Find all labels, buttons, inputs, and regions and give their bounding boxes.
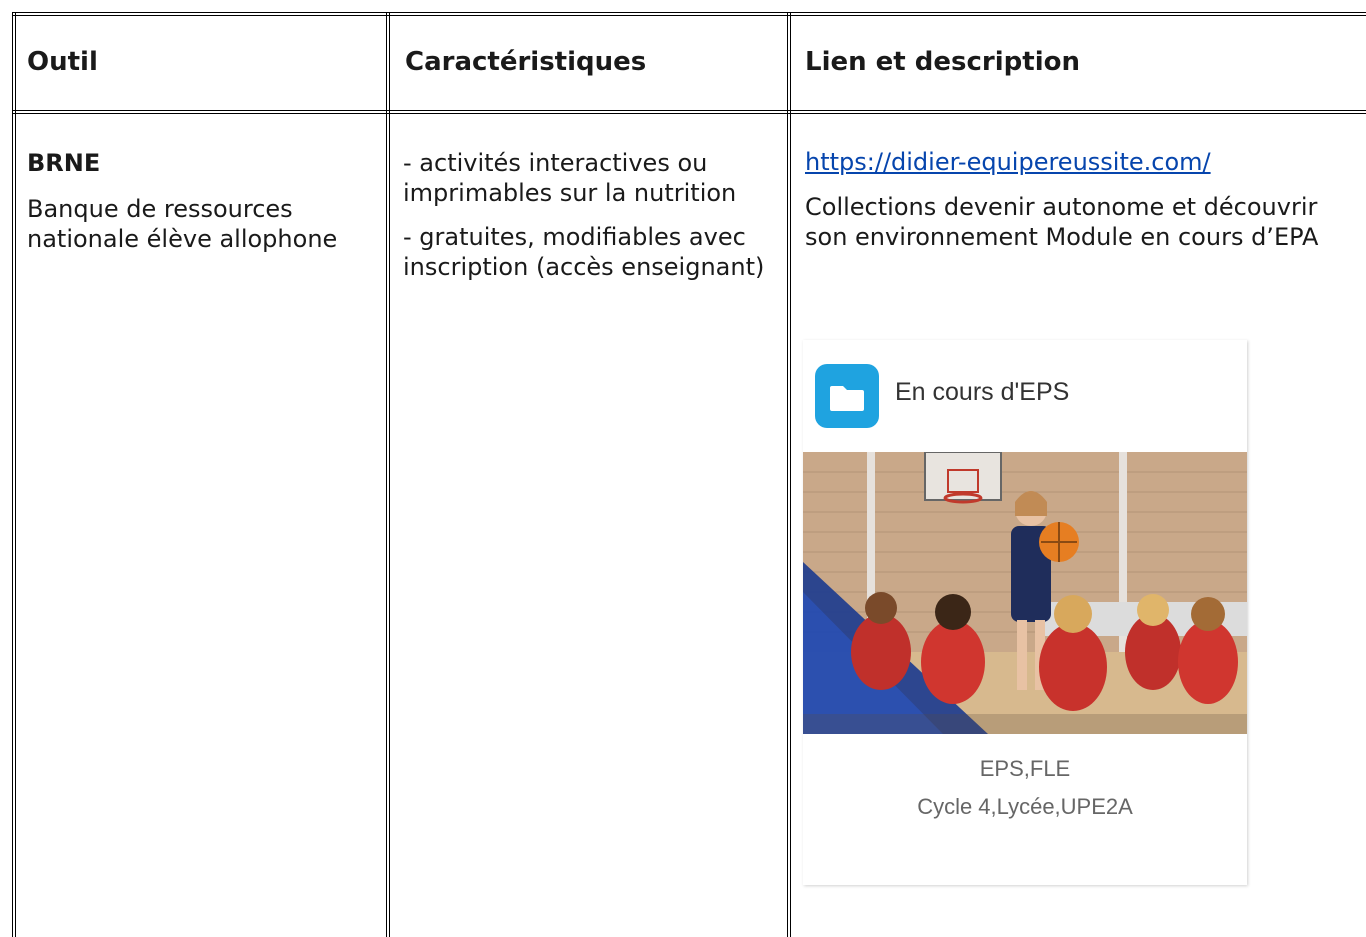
card-photo [803,451,1247,734]
header-lien-description: Lien et description [805,47,1080,77]
card-subjects: EPS,FLE [979,756,1071,781]
table-header-divider [12,110,1366,114]
card-levels: Cycle 4,Lycée,UPE2A [917,794,1133,819]
feature-item: - gratuites, modifiables avec inscriptio… [403,223,765,281]
folder-icon [815,364,879,428]
card-title: En cours d'EPS [895,378,1070,406]
cell-outil: BRNE Banque de ressources nationale élèv… [27,148,377,254]
resource-description: Collections devenir autonome et découvri… [805,193,1319,251]
table-column-divider-1 [386,12,390,937]
resource-link[interactable]: https://didier-equipereussite.com/ [805,148,1211,176]
tool-name: BRNE [27,149,101,177]
table-top-border [12,12,1366,16]
resource-card[interactable]: En cours d'EPS EPS,FLE Cycle 4,Lycée,UPE… [803,340,1247,885]
table-column-divider-2 [787,12,791,937]
cell-caracteristiques: - activités interactives ou imprimables … [403,148,778,282]
feature-item: - activités interactives ou imprimables … [403,149,737,207]
tool-description: Banque de ressources nationale élève all… [27,195,338,253]
header-outil: Outil [27,47,98,77]
cell-lien-description: https://didier-equipereussite.com/ Colle… [805,148,1366,252]
table-left-border [12,12,16,937]
header-caracteristiques: Caractéristiques [405,47,647,77]
